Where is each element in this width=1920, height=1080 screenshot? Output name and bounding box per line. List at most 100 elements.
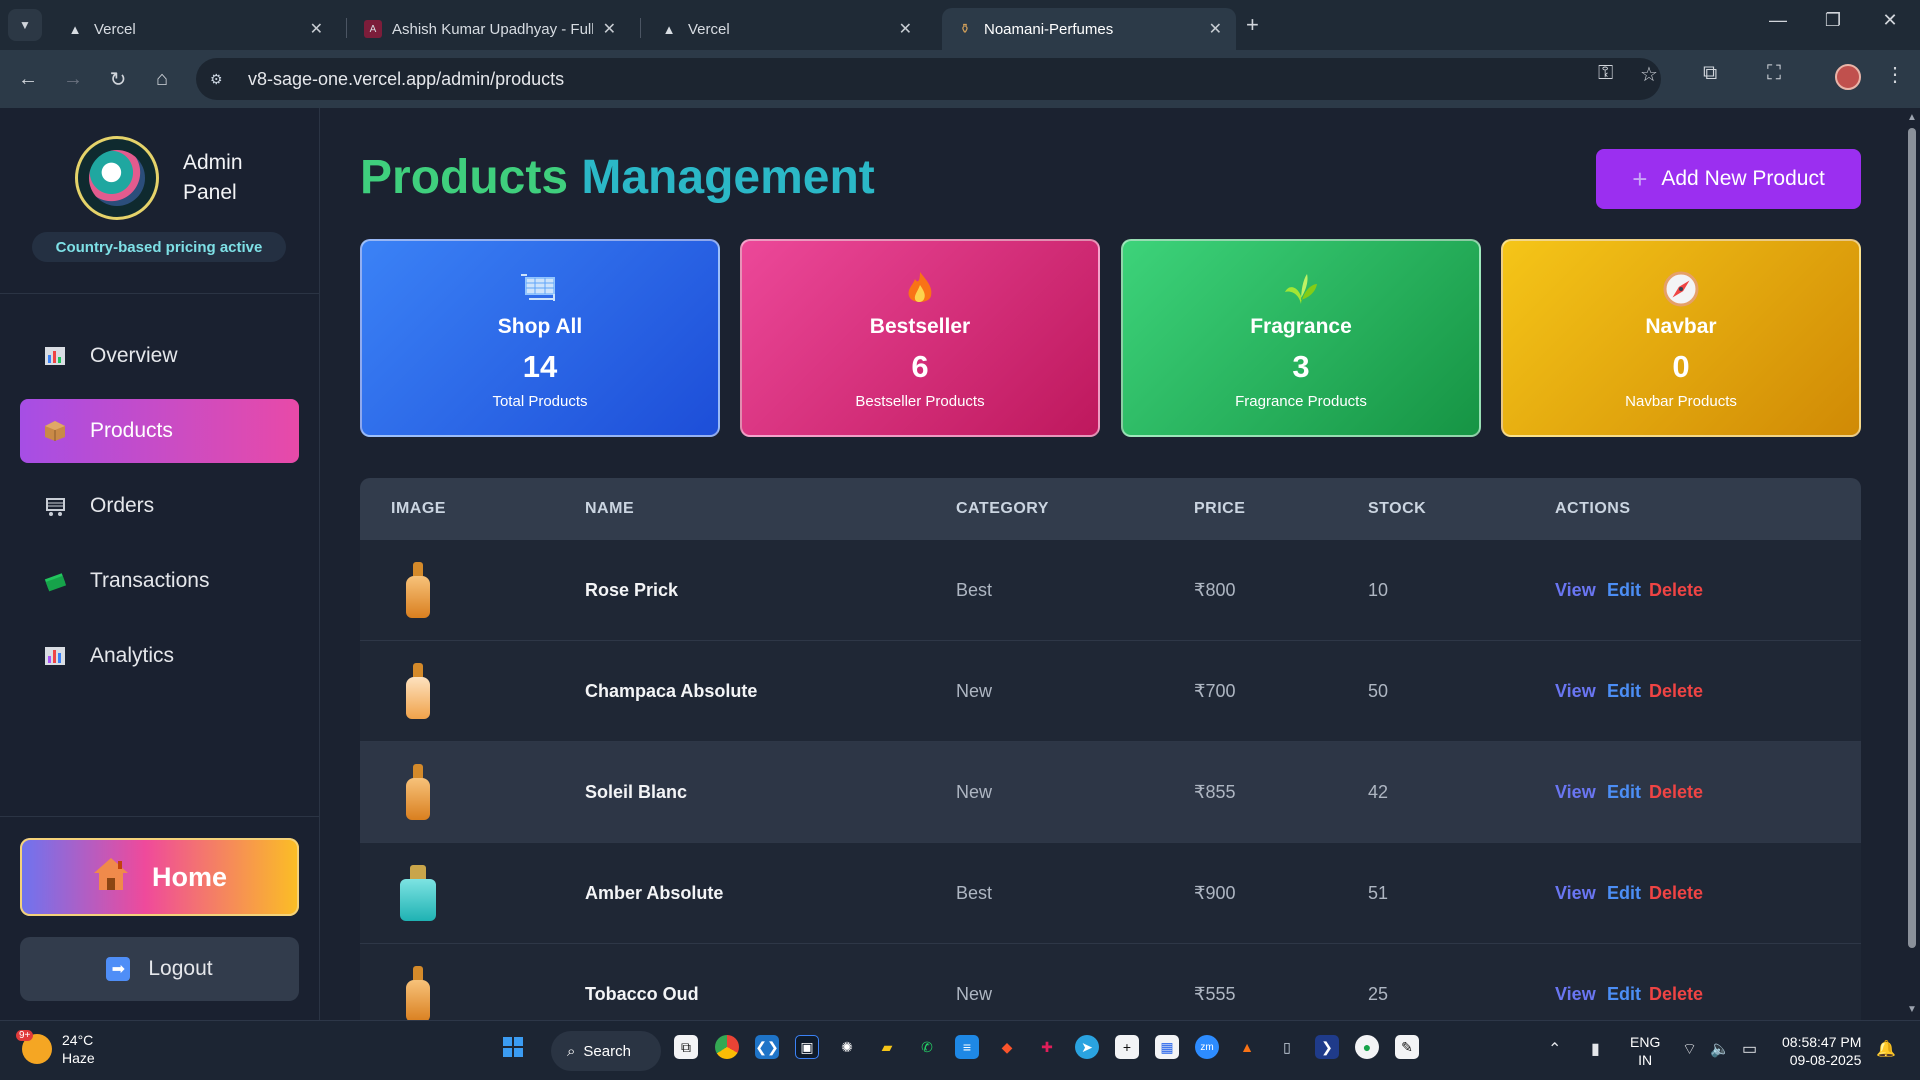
tab-search-button[interactable]: ▼ <box>8 9 42 41</box>
product-stock: 51 <box>1368 883 1389 903</box>
store-icon[interactable]: ▦ <box>1155 1035 1179 1059</box>
app-icon[interactable]: + <box>1115 1035 1139 1059</box>
weather-widget[interactable]: 9+ 24°C Haze <box>16 1030 95 1067</box>
usb-icon[interactable]: ▮ <box>1591 1039 1600 1059</box>
brave-icon[interactable]: ◆ <box>995 1035 1019 1059</box>
delete-link[interactable]: Delete <box>1649 681 1703 702</box>
table-row[interactable]: Amber Absolute Best ₹900 51 View Edit De… <box>360 843 1861 944</box>
stat-value: 0 <box>1672 349 1690 384</box>
chatgpt-icon[interactable]: ✺ <box>835 1035 859 1059</box>
logout-button[interactable]: ➡ Logout <box>20 937 299 1001</box>
address-bar[interactable]: ⚙ v8-sage-one.vercel.app/admin/products <box>196 58 1661 100</box>
vscode-icon[interactable]: ❮❯ <box>755 1035 779 1059</box>
stat-card-fragrance[interactable]: Fragrance 3 Fragrance Products <box>1121 239 1481 437</box>
table-row[interactable]: Tobacco Oud New ₹555 25 View Edit Delete <box>360 944 1861 1020</box>
telegram-icon[interactable]: ➤ <box>1075 1035 1099 1059</box>
edit-link[interactable]: Edit <box>1607 580 1641 601</box>
view-link[interactable]: View <box>1555 984 1596 1005</box>
scroll-down-icon[interactable]: ▼ <box>1907 1004 1917 1015</box>
table-row[interactable]: Champaca Absolute New ₹700 50 View Edit … <box>360 641 1861 742</box>
back-icon[interactable]: ← <box>14 65 42 93</box>
taskbar-search[interactable]: ⌕ Search <box>551 1031 661 1071</box>
zoom-icon[interactable]: zm <box>1195 1035 1219 1059</box>
scrollbar-thumb[interactable] <box>1908 128 1916 948</box>
home-icon[interactable]: ⌂ <box>148 65 176 93</box>
more-menu-icon[interactable]: ⋮ <box>1885 62 1905 87</box>
site-info-icon[interactable]: ⚙ <box>210 71 232 88</box>
wifi-icon[interactable]: ⌔ <box>1682 1039 1697 1059</box>
paint-icon[interactable]: ✎ <box>1395 1035 1419 1059</box>
edit-link[interactable]: Edit <box>1607 782 1641 803</box>
file-explorer-icon[interactable]: ▰ <box>875 1035 899 1059</box>
close-window-icon[interactable]: ✕ <box>1875 10 1905 31</box>
product-name: Champaca Absolute <box>585 681 758 701</box>
recycle-bin-icon[interactable]: ▯ <box>1275 1035 1299 1059</box>
show-hidden-icons[interactable]: ⌃ <box>1548 1039 1561 1059</box>
delete-link[interactable]: Delete <box>1649 580 1703 601</box>
whatsapp-icon[interactable]: ✆ <box>915 1035 939 1059</box>
stat-card-shop-all[interactable]: Shop All 14 Total Products <box>360 239 720 437</box>
browser-tab[interactable]: ▲ Vercel ✕ <box>52 8 337 50</box>
slack-icon[interactable]: ✚ <box>1035 1035 1059 1059</box>
view-link[interactable]: View <box>1555 681 1596 702</box>
notes-icon[interactable]: ≡ <box>955 1035 979 1059</box>
reload-icon[interactable]: ↻ <box>104 65 132 93</box>
extensions-icon[interactable]: ⧉ <box>1703 62 1717 85</box>
table-row[interactable]: Soleil Blanc New ₹855 42 View Edit Delet… <box>360 742 1861 843</box>
stat-card-bestseller[interactable]: Bestseller 6 Bestseller Products <box>740 239 1100 437</box>
close-tab-icon[interactable]: ✕ <box>603 19 616 39</box>
brand-title: Admin Panel <box>183 151 243 204</box>
delete-link[interactable]: Delete <box>1649 782 1703 803</box>
browser-tab-active[interactable]: ⚱ Noamani-Perfumes ✕ <box>942 8 1236 50</box>
close-tab-icon[interactable]: ✕ <box>899 19 912 39</box>
close-tab-icon[interactable]: ✕ <box>1209 19 1222 39</box>
stat-card-navbar[interactable]: Navbar 0 Navbar Products <box>1501 239 1861 437</box>
view-link[interactable]: View <box>1555 782 1596 803</box>
volume-icon[interactable]: 🔈 <box>1710 1039 1730 1059</box>
edit-link[interactable]: Edit <box>1607 883 1641 904</box>
sidebar-item-label: Overview <box>90 344 178 367</box>
battery-icon[interactable]: ▭ <box>1742 1039 1757 1059</box>
browser-tab[interactable]: A Ashish Kumar Upadhyay - Full S ✕ <box>350 8 630 50</box>
sidebar-item-products[interactable]: Products <box>20 399 299 463</box>
edit-link[interactable]: Edit <box>1607 984 1641 1005</box>
profile-avatar[interactable] <box>1835 64 1861 90</box>
view-link[interactable]: View <box>1555 580 1596 601</box>
password-key-icon[interactable]: ⚿ <box>1598 62 1613 85</box>
edit-link[interactable]: Edit <box>1607 681 1641 702</box>
language-indicator[interactable]: ENG IN <box>1630 1033 1660 1069</box>
scroll-up-icon[interactable]: ▲ <box>1907 112 1917 123</box>
bookmark-star-icon[interactable]: ☆ <box>1640 62 1658 87</box>
new-tab-icon[interactable]: + <box>1246 12 1259 38</box>
incognito-icon[interactable]: ⛶ <box>1767 62 1781 85</box>
system-clock[interactable]: 08:58:47 PM 09-08-2025 <box>1782 1033 1861 1069</box>
sidebar-item-analytics[interactable]: Analytics <box>20 624 299 688</box>
powershell-icon[interactable]: ❯ <box>1315 1035 1339 1059</box>
url-text[interactable]: v8-sage-one.vercel.app/admin/products <box>248 69 564 90</box>
vlc-icon[interactable]: ▲ <box>1235 1035 1259 1059</box>
browser-tab[interactable]: ▲ Vercel ✕ <box>646 8 926 50</box>
taskview-icon[interactable]: ⧉ <box>674 1035 698 1059</box>
sidebar-item-orders[interactable]: Orders <box>20 474 299 538</box>
delete-link[interactable]: Delete <box>1649 984 1703 1005</box>
money-icon <box>42 568 68 594</box>
windows-start-icon[interactable] <box>501 1035 525 1059</box>
close-tab-icon[interactable]: ✕ <box>310 19 323 39</box>
forward-icon[interactable]: → <box>59 65 87 93</box>
sidebar-item-overview[interactable]: Overview <box>20 324 299 388</box>
add-product-button[interactable]: + Add New Product <box>1596 149 1861 209</box>
sidebar-item-transactions[interactable]: Transactions <box>20 549 299 613</box>
windows-taskbar: 9+ 24°C Haze ⌕ Search ⧉ ❮❯ ▣ ✺ ▰ ✆ ≡ ◆ ✚… <box>0 1020 1920 1080</box>
mongodb-icon[interactable]: ● <box>1355 1035 1379 1059</box>
stat-label: Shop All <box>497 315 583 338</box>
delete-link[interactable]: Delete <box>1649 883 1703 904</box>
restore-icon[interactable]: ❐ <box>1818 10 1848 31</box>
home-button[interactable]: Home <box>20 838 299 916</box>
notification-bell-icon[interactable]: 🔔 <box>1876 1039 1896 1059</box>
page-scrollbar[interactable]: ▲ ▼ <box>1904 108 1920 1020</box>
chrome-icon[interactable] <box>715 1035 739 1059</box>
table-row[interactable]: Rose Prick Best ₹800 10 View Edit Delete <box>360 540 1861 641</box>
terminal-icon[interactable]: ▣ <box>795 1035 819 1059</box>
view-link[interactable]: View <box>1555 883 1596 904</box>
minimize-icon[interactable]: — <box>1763 10 1793 31</box>
